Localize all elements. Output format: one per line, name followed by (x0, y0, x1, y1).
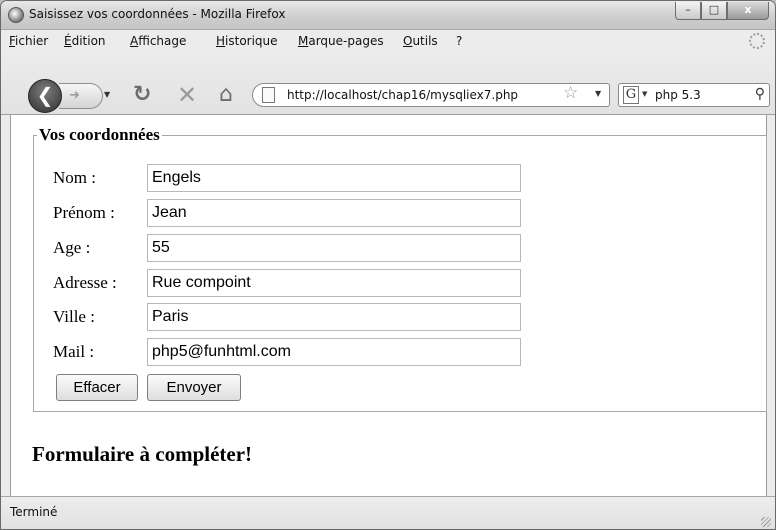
menu-marque-pages[interactable]: Marque-pages (298, 34, 384, 48)
submit-button[interactable]: Envoyer (147, 374, 241, 401)
stop-icon[interactable]: ✕ (177, 82, 197, 108)
window-controls: – □ x (675, 2, 769, 20)
nom-input[interactable] (147, 164, 521, 192)
home-icon[interactable]: ⌂ (219, 82, 233, 108)
back-button[interactable]: ❮ (28, 79, 62, 113)
menu-help[interactable]: ? (456, 34, 462, 48)
window-title: Saisissez vos coordonnées - Mozilla Fire… (29, 7, 286, 21)
forward-icon: ➜ (69, 88, 80, 103)
fieldset-legend: Vos coordonnées (39, 125, 160, 144)
history-dropdown-icon[interactable]: ▼ (104, 90, 110, 99)
reload-icon[interactable]: ↻ (133, 82, 151, 108)
mail-label: Mail : (53, 342, 95, 361)
engine-dropdown-icon[interactable]: ▼ (642, 90, 647, 98)
reset-button[interactable]: Effacer (56, 374, 138, 401)
back-icon: ❮ (36, 83, 54, 107)
menu-bar: Fichier Édition Affichage Historique Mar… (1, 30, 775, 52)
menu-edition[interactable]: Édition (64, 34, 106, 48)
search-engine-icon[interactable]: G (623, 86, 639, 104)
menu-historique[interactable]: Historique (216, 34, 278, 48)
star-icon[interactable]: ☆ (563, 83, 578, 103)
coordinates-fieldset: Vos coordonnées Nom : Prénom : Age : Adr… (33, 125, 767, 412)
ville-label: Ville : (53, 307, 95, 326)
menu-affichage[interactable]: Affichage (130, 34, 186, 48)
maximize-button[interactable]: □ (701, 2, 727, 20)
title-bar: Saisissez vos coordonnées - Mozilla Fire… (1, 1, 775, 30)
navigation-toolbar: ➜ ❮ ▼ ↻ ✕ ⌂ http://localhost/chap16/mysq… (1, 52, 775, 115)
page-caption: Formulaire à compléter! (32, 442, 253, 466)
age-input[interactable] (147, 234, 521, 262)
adresse-label: Adresse : (53, 273, 117, 292)
status-bar: Terminé (1, 496, 775, 529)
search-icon[interactable]: ⚲ (755, 86, 765, 102)
search-input[interactable]: php 5.3 (655, 88, 701, 102)
firefox-icon (8, 7, 24, 23)
status-text: Terminé (10, 505, 58, 519)
forward-button[interactable]: ➜ (59, 83, 103, 109)
menu-fichier[interactable]: Fichier (9, 34, 48, 48)
prenom-input[interactable] (147, 199, 521, 227)
prenom-label: Prénom : (53, 203, 115, 222)
url-text[interactable]: http://localhost/chap16/mysqliex7.php (287, 88, 518, 102)
minimize-button[interactable]: – (675, 2, 701, 20)
adresse-input[interactable] (147, 269, 521, 297)
page-content: Vos coordonnées Nom : Prénom : Age : Adr… (10, 115, 767, 496)
search-bar[interactable]: G ▼ php 5.3 ⚲ (618, 83, 770, 107)
url-dropdown-icon[interactable]: ▼ (595, 89, 601, 98)
close-button[interactable]: x (727, 2, 769, 20)
url-bar[interactable]: http://localhost/chap16/mysqliex7.php (252, 83, 610, 107)
browser-window: Saisissez vos coordonnées - Mozilla Fire… (0, 0, 776, 530)
menu-outils[interactable]: Outils (403, 34, 438, 48)
throbber-icon (749, 33, 765, 49)
age-label: Age : (53, 238, 91, 257)
resize-grip-icon[interactable] (761, 517, 771, 527)
mail-input[interactable] (147, 338, 521, 366)
nom-label: Nom : (53, 168, 96, 187)
page-icon (262, 87, 275, 103)
ville-input[interactable] (147, 303, 521, 331)
